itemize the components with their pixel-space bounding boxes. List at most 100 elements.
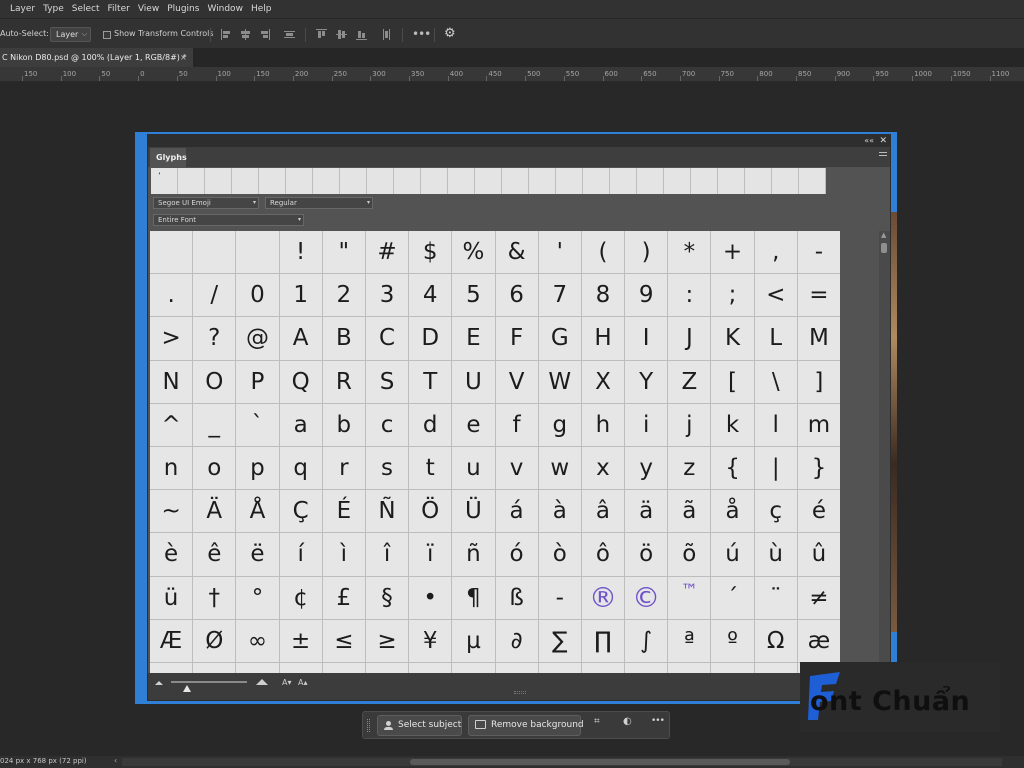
glyph-cell[interactable]: Y (625, 360, 668, 403)
glyph-cell[interactable]: 9 (625, 274, 668, 317)
glyph-cell[interactable]: ] (797, 360, 840, 403)
glyph-cell[interactable]: W (538, 360, 581, 403)
glyph-cell[interactable]: ∏ (581, 619, 625, 662)
recent-glyph-cell[interactable] (529, 168, 556, 194)
glyph-cell[interactable]: z (668, 446, 711, 490)
recent-glyph-cell[interactable] (799, 168, 826, 194)
glyph-cell[interactable] (668, 662, 711, 673)
resize-grip-icon[interactable] (514, 691, 526, 694)
glyph-cell[interactable]: 0 (236, 274, 279, 317)
scrollbar-thumb[interactable] (881, 243, 887, 253)
glyph-cell[interactable]: - (538, 576, 581, 619)
glyph-cell[interactable]: V (495, 360, 538, 403)
distribute-horizontal-icon[interactable] (381, 29, 393, 40)
menu-window[interactable]: Window (207, 0, 243, 18)
recent-glyph-cell[interactable] (772, 168, 799, 194)
glyph-cell[interactable]: ¥ (409, 619, 452, 662)
glyph-cell[interactable] (581, 662, 625, 673)
more-options-icon[interactable]: ••• (651, 716, 665, 726)
glyph-cell[interactable]: y (625, 446, 668, 490)
recent-glyph-cell[interactable] (340, 168, 367, 194)
glyph-cell[interactable]: Q (279, 360, 322, 403)
glyph-cell[interactable]: 3 (365, 274, 409, 317)
glyph-cell[interactable]: ® (581, 576, 625, 619)
glyph-cell[interactable]: ä (625, 490, 668, 533)
recent-glyph-cell[interactable] (313, 168, 340, 194)
glyph-cell[interactable]: D (409, 317, 452, 360)
glyph-cell[interactable]: t (409, 446, 452, 490)
glyph-cell[interactable]: ì (322, 533, 365, 576)
glyph-cell[interactable]: L (754, 317, 797, 360)
glyph-cell[interactable]: a (279, 403, 322, 446)
glyph-cell[interactable]: h (581, 403, 625, 446)
scroll-up-icon[interactable]: ▲ (881, 231, 886, 239)
glyph-cell[interactable]: 8 (581, 274, 625, 317)
glyph-cell[interactable]: o (193, 446, 236, 490)
glyph-cell[interactable]: 1 (279, 274, 322, 317)
glyph-cell[interactable]: x (581, 446, 625, 490)
menu-select[interactable]: Select (72, 0, 100, 18)
glyph-cell[interactable]: s (365, 446, 409, 490)
glyph-cell[interactable]: [ (711, 360, 754, 403)
slider-handle[interactable] (183, 685, 191, 692)
glyph-cell[interactable]: † (193, 576, 236, 619)
glyph-cell[interactable]: = (797, 274, 840, 317)
glyph-cell[interactable]: ™ (668, 576, 711, 619)
glyph-cell[interactable]: A (279, 317, 322, 360)
glyph-cell[interactable]: ) (625, 231, 668, 274)
glyph-cell[interactable]: N (150, 360, 193, 403)
glyph-cell[interactable]: E (452, 317, 495, 360)
recent-glyph-cell[interactable]: ʼ (151, 168, 178, 194)
glyph-cell[interactable]: k (711, 403, 754, 446)
glyph-cell[interactable]: ≠ (797, 576, 840, 619)
align-vertical-centers-icon[interactable] (336, 29, 348, 40)
glyph-cell[interactable]: é (797, 490, 840, 533)
glyph-cell[interactable]: O (193, 360, 236, 403)
glyph-cell[interactable]: M (797, 317, 840, 360)
glyph-cell[interactable]: º (711, 619, 754, 662)
glyph-cell[interactable] (409, 662, 452, 673)
glyph-cell[interactable]: Ç (279, 490, 322, 533)
glyph-cell[interactable]: P (236, 360, 279, 403)
glyph-cell[interactable]: ∂ (495, 619, 538, 662)
glyph-cell[interactable]: ï (409, 533, 452, 576)
align-left-edges-icon[interactable] (221, 29, 233, 40)
glyph-cell[interactable]: ¨ (754, 576, 797, 619)
glyph-cell[interactable]: Ø (193, 619, 236, 662)
glyph-cell[interactable]: è (150, 533, 193, 576)
glyph-cell[interactable]: £ (322, 576, 365, 619)
recent-glyph-cell[interactable] (556, 168, 583, 194)
font-family-dropdown[interactable]: Segoe UI Emoji ▾ (153, 197, 259, 209)
align-horizontal-centers-icon[interactable] (240, 29, 252, 40)
glyph-cell[interactable]: í (279, 533, 322, 576)
glyph-cell[interactable] (452, 662, 495, 673)
glyph-cell[interactable] (150, 231, 193, 274)
glyph-cell[interactable]: ò (538, 533, 581, 576)
font-style-dropdown[interactable]: Regular ▾ (265, 197, 373, 209)
glyph-cell[interactable]: T (409, 360, 452, 403)
glyph-cell[interactable]: Æ (150, 619, 193, 662)
font-size-decrease-icon[interactable]: A▾ (282, 678, 292, 687)
glyph-cell[interactable]: X (581, 360, 625, 403)
glyph-cell[interactable]: ú (711, 533, 754, 576)
glyph-cell[interactable]: µ (452, 619, 495, 662)
recent-glyph-cell[interactable] (205, 168, 232, 194)
glyph-cell[interactable]: " (322, 231, 365, 274)
glyph-cell[interactable]: v (495, 446, 538, 490)
glyph-cell[interactable]: + (711, 231, 754, 274)
glyph-cell[interactable]: @ (236, 317, 279, 360)
glyph-cell[interactable]: < (754, 274, 797, 317)
glyph-cell[interactable] (193, 231, 236, 274)
glyph-cell[interactable]: d (409, 403, 452, 446)
glyph-cell[interactable]: 4 (409, 274, 452, 317)
glyph-cell[interactable]: à (538, 490, 581, 533)
glyph-cell[interactable]: • (409, 576, 452, 619)
glyph-cell[interactable] (495, 662, 538, 673)
glyph-cell[interactable] (236, 231, 279, 274)
panel-title-bar[interactable]: «« ✕ (148, 135, 890, 147)
recent-glyph-cell[interactable] (610, 168, 637, 194)
tab-glyphs[interactable]: Glyphs (150, 148, 187, 167)
collapse-panel-icon[interactable]: «« (864, 135, 874, 147)
glyph-cell[interactable]: e (452, 403, 495, 446)
glyph-cell[interactable]: ∞ (236, 619, 279, 662)
